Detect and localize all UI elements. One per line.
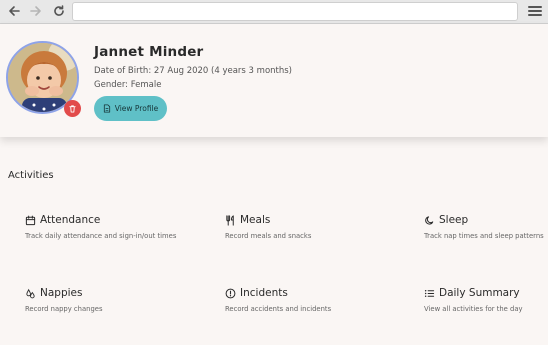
gender: Gender: Female: [94, 80, 162, 90]
child-profile-card: Jannet Minder Date of Birth: 27 Aug 2020…: [0, 24, 548, 137]
activity-title: Daily Summary: [439, 287, 520, 299]
activity-title: Attendance: [40, 214, 101, 226]
view-profile-label: View Profile: [114, 104, 159, 113]
alert-circle-icon: [225, 288, 236, 298]
activity-card-attendance[interactable]: Attendance Track daily attendance and si…: [25, 214, 177, 240]
activity-title: Sleep: [439, 214, 469, 226]
back-arrow-icon[interactable]: [6, 3, 22, 19]
activity-title: Incidents: [240, 287, 288, 299]
activity-card-meals[interactable]: Meals Record meals and snacks: [225, 214, 355, 240]
activity-description: Track daily attendance and sign-in/out t…: [25, 232, 177, 240]
activity-description: View all activities for the day: [424, 305, 523, 313]
reload-icon[interactable]: [51, 3, 67, 19]
child-name: Jannet Minder: [94, 44, 204, 60]
activity-title: Nappies: [40, 287, 83, 299]
trash-icon: [69, 105, 76, 113]
view-profile-button[interactable]: View Profile: [94, 96, 167, 121]
list-icon: [424, 289, 435, 297]
activity-card-incidents[interactable]: Incidents Record accidents and incidents: [225, 287, 355, 313]
browser-toolbar: [0, 0, 548, 24]
date-of-birth: Date of Birth: 27 Aug 2020 (4 years 3 mo…: [94, 66, 292, 76]
activity-card-daily-summary[interactable]: Daily Summary View all activities for th…: [424, 287, 548, 313]
activities-heading: Activities: [8, 170, 54, 181]
activity-card-sleep[interactable]: Sleep Track nap times and sleep patterns: [424, 214, 548, 240]
activity-card-nappies[interactable]: Nappies Record nappy changes: [25, 287, 155, 313]
fork-knife-icon: [226, 214, 234, 226]
url-bar[interactable]: [72, 2, 518, 21]
delete-photo-button[interactable]: [64, 100, 81, 117]
droplets-icon: [26, 288, 35, 298]
activity-description: Record meals and snacks: [225, 232, 312, 240]
activity-title: Meals: [240, 214, 271, 226]
calendar-icon: [25, 215, 36, 225]
hamburger-menu-icon[interactable]: [528, 4, 542, 18]
moon-icon: [425, 215, 434, 225]
forward-arrow-icon[interactable]: [28, 3, 44, 19]
activity-description: Track nap times and sleep patterns: [424, 232, 544, 240]
activity-description: Record nappy changes: [25, 305, 103, 313]
activity-description: Record accidents and incidents: [225, 305, 332, 313]
document-icon: [103, 104, 110, 113]
